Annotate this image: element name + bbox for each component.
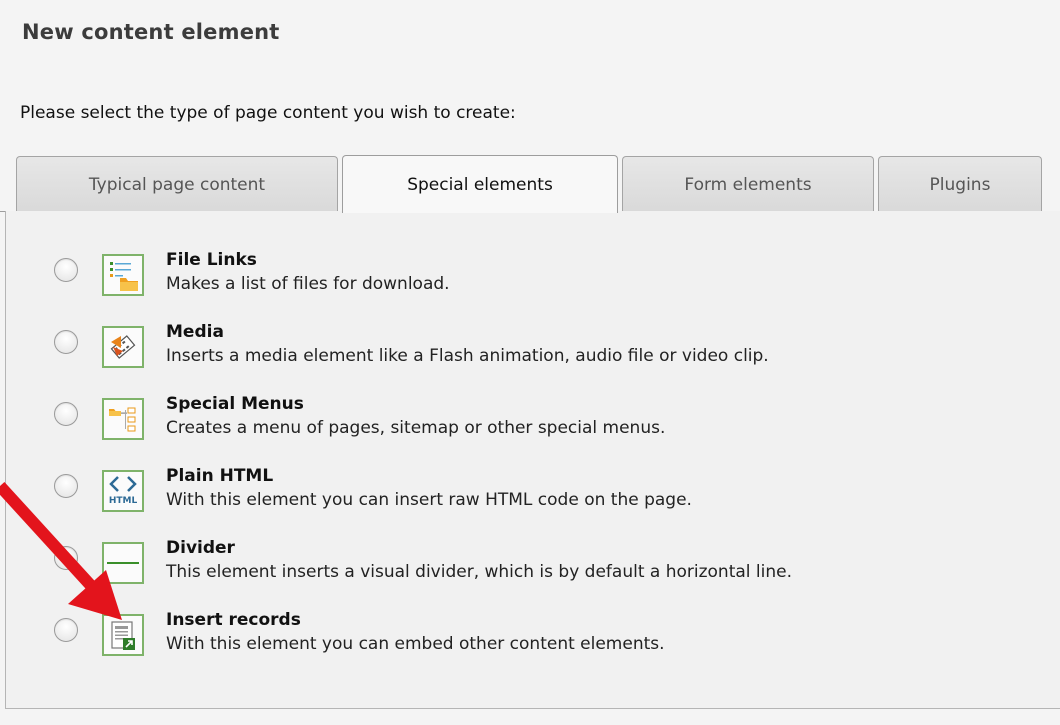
option-description: Inserts a media element like a Flash ani… — [166, 346, 769, 366]
tab-typical-page-content[interactable]: Typical page content — [16, 156, 338, 212]
option-description: This element inserts a visual divider, w… — [166, 562, 792, 582]
media-icon — [102, 326, 144, 368]
tab-special-elements[interactable]: Special elements — [342, 155, 618, 213]
option-title: Plain HTML — [166, 466, 274, 486]
option-title: Insert records — [166, 610, 301, 630]
option-description: Creates a menu of pages, sitemap or othe… — [166, 418, 666, 438]
tab-plugins[interactable]: Plugins — [878, 156, 1042, 212]
special-menus-icon — [102, 398, 144, 440]
radio-file-links[interactable] — [54, 258, 78, 282]
radio-special-menus[interactable] — [54, 402, 78, 426]
annotation-arrow-icon — [0, 481, 122, 620]
page-title: New content element — [22, 20, 280, 44]
radio-media[interactable] — [54, 330, 78, 354]
file-links-icon — [102, 254, 144, 296]
tab-form-elements[interactable]: Form elements — [622, 156, 874, 212]
option-title: Divider — [166, 538, 235, 558]
option-description: With this element you can insert raw HTM… — [166, 490, 692, 510]
instruction-text: Please select the type of page content y… — [20, 103, 516, 123]
option-description: With this element you can embed other co… — [166, 634, 665, 654]
option-title: Media — [166, 322, 224, 342]
option-title: File Links — [166, 250, 257, 270]
option-description: Makes a list of files for download. — [166, 274, 450, 294]
option-title: Special Menus — [166, 394, 304, 414]
